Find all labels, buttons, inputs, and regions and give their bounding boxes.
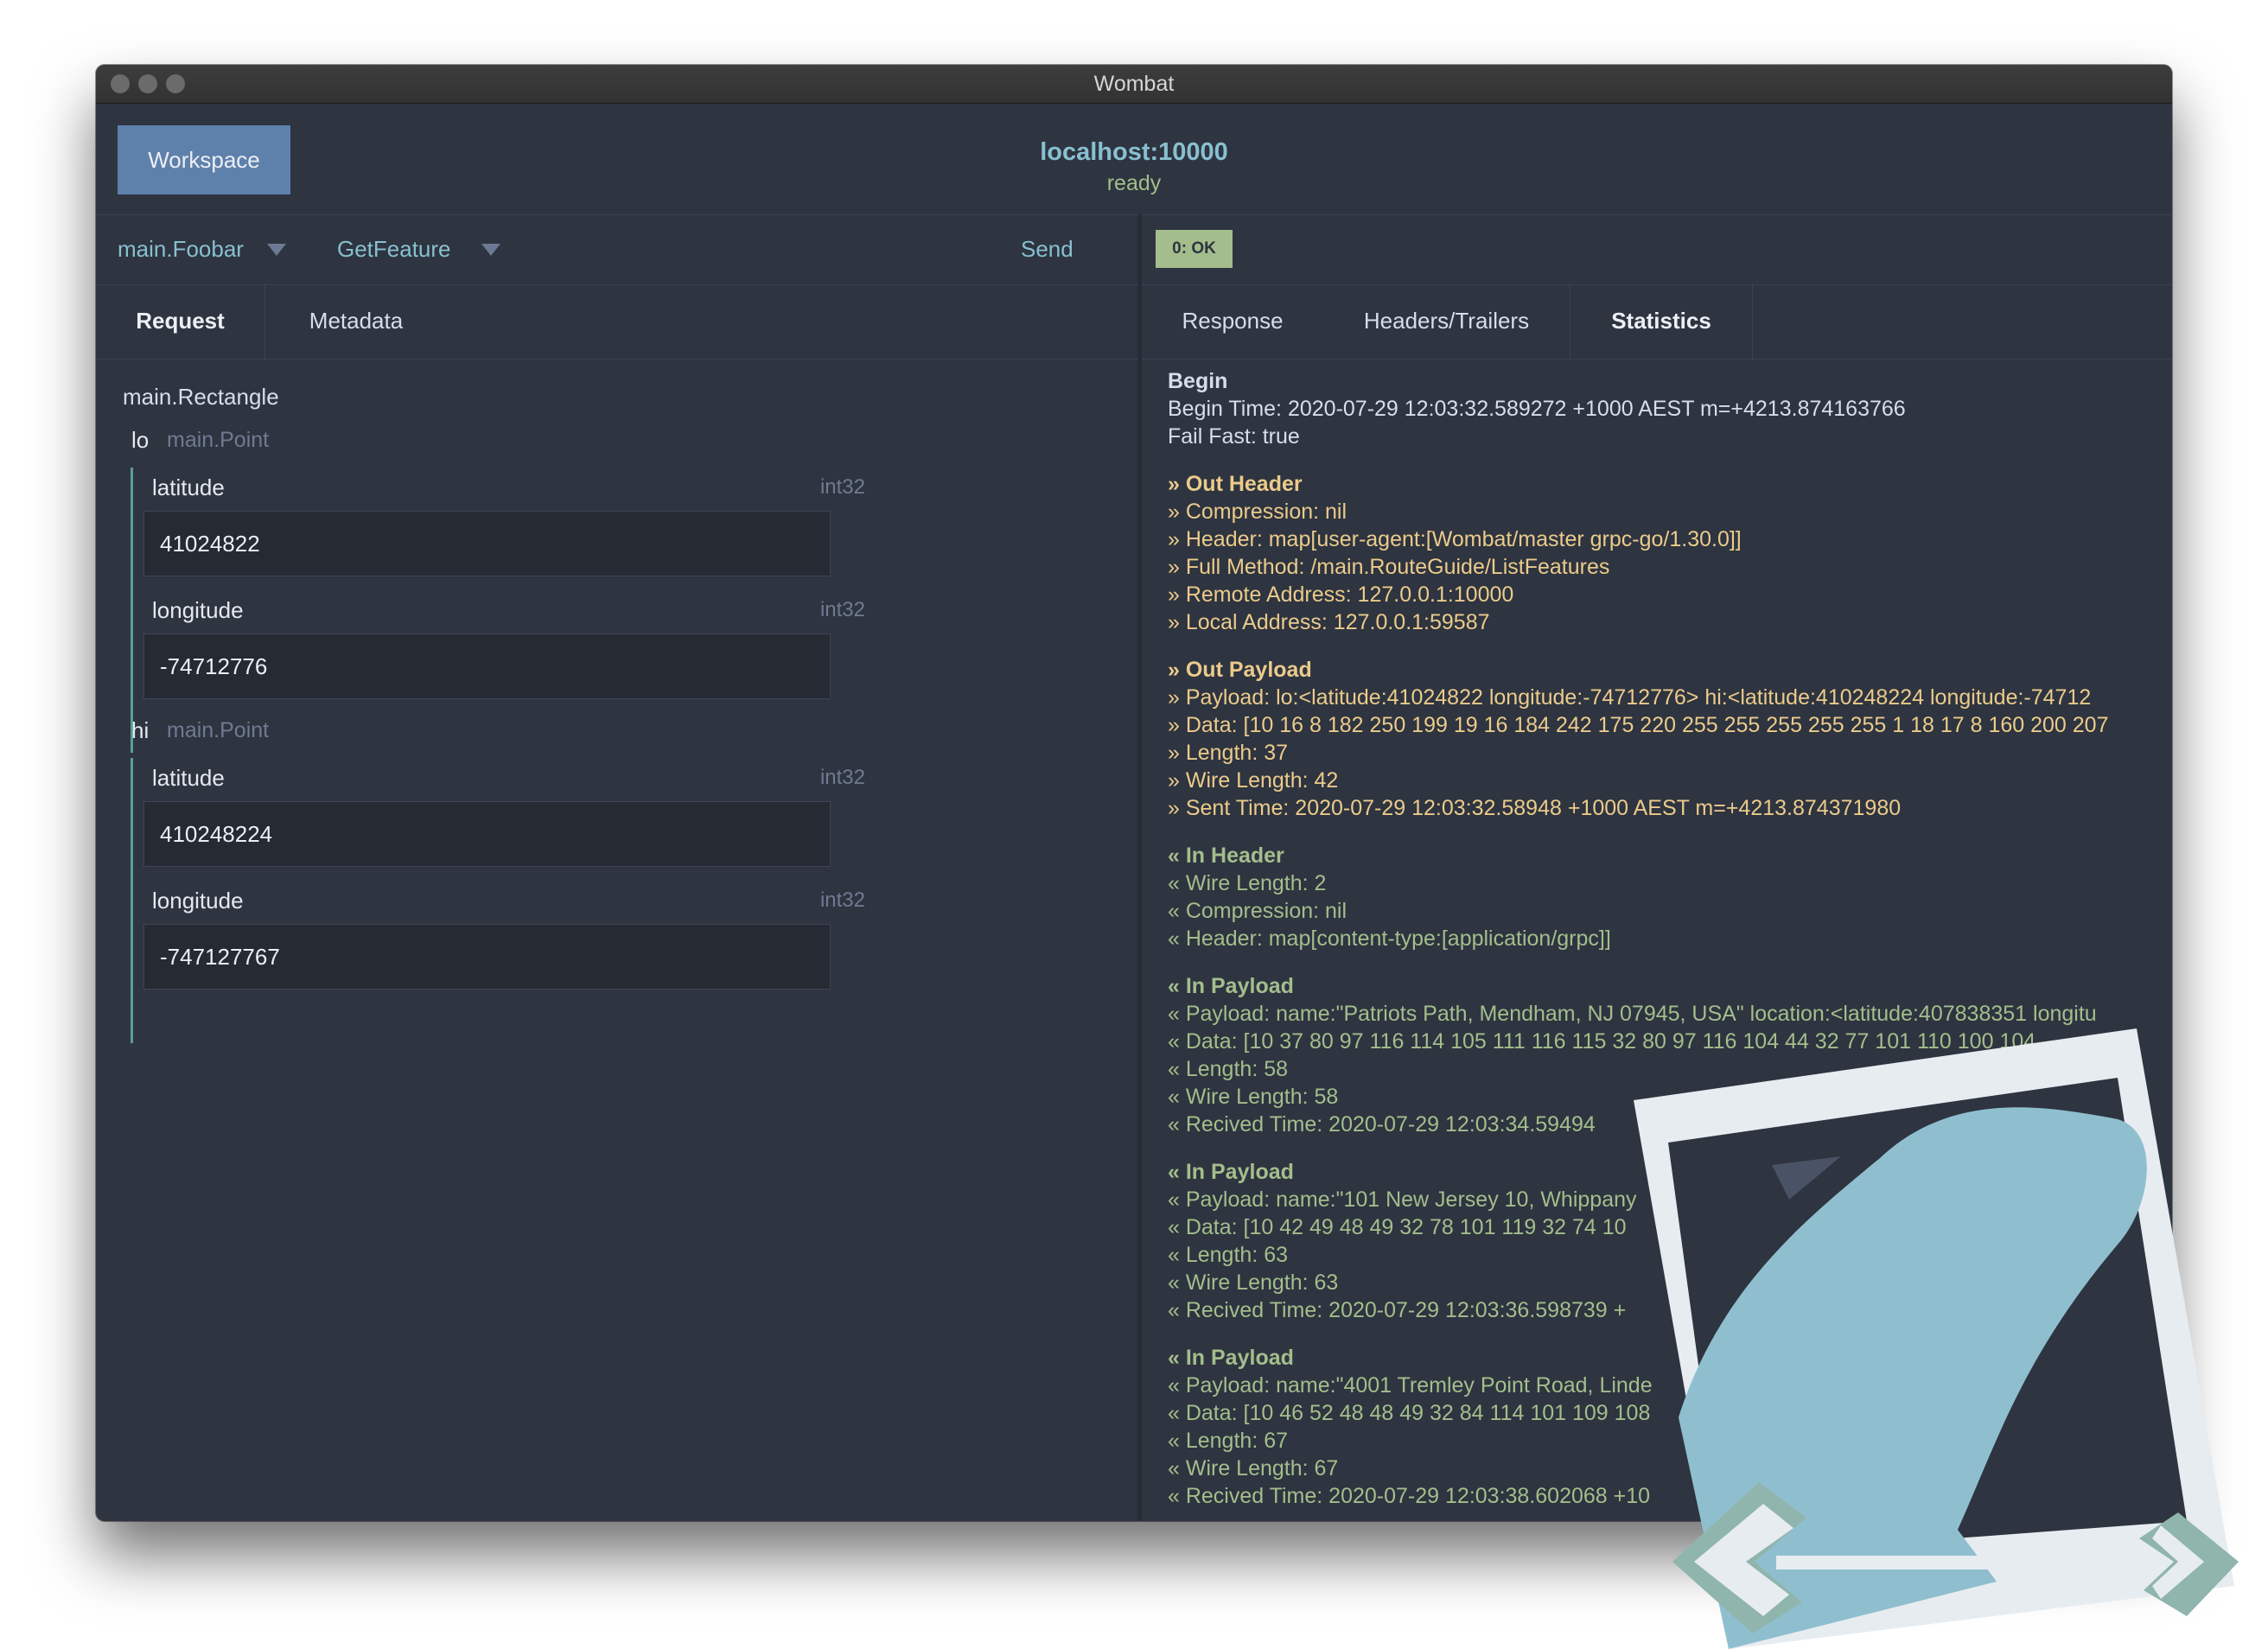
tab-metadata[interactable]: Metadata: [265, 283, 447, 359]
stat-line: Begin Time: 2020-07-29 12:03:32.589272 +…: [1168, 397, 1906, 421]
request-pane: main.Foobar GetFeature Send Request Meta…: [96, 214, 1137, 1521]
lo-longitude-input[interactable]: -74712776: [143, 633, 831, 699]
request-form: main.Rectangle lo main.Point latitude in…: [96, 360, 1137, 1521]
stat-line: » Sent Time: 2020-07-29 12:03:32.58948 +…: [1168, 796, 1902, 820]
stat-line: « Payload: name:"Patriots Path, Mendham,…: [1168, 1002, 2097, 1026]
hi-latitude-input[interactable]: 410248224: [143, 801, 831, 867]
response-tabs: Response Headers/Trailers Statistics: [1142, 283, 2172, 360]
tab-headers-trailers[interactable]: Headers/Trailers: [1323, 283, 1570, 359]
connection-status: ready: [1106, 171, 1162, 195]
stat-line: « Wire Length: 2: [1168, 871, 1327, 895]
status-badge: 0: OK: [1156, 230, 1233, 268]
stat-line: » Full Method: /main.RouteGuide/ListFeat…: [1168, 555, 1610, 579]
hi-longitude-label: longitude: [152, 888, 244, 914]
hi-longitude-type: int32: [819, 888, 865, 912]
hi-longitude-input[interactable]: -747127767: [143, 924, 831, 990]
hi-latitude-type: int32: [819, 766, 865, 789]
send-button[interactable]: Send: [1021, 236, 1073, 263]
request-tabs: Request Metadata: [96, 283, 1137, 360]
lo-latitude-label: latitude: [152, 474, 225, 500]
group-name-hi: hi: [131, 717, 150, 743]
stat-line: » Compression: nil: [1168, 500, 1347, 524]
title-bar[interactable]: Wombat: [96, 65, 2172, 104]
lo-latitude-input[interactable]: 41024822: [143, 511, 831, 576]
method-dropdown-caret-icon[interactable]: [481, 244, 500, 256]
stat-line: » Remote Address: 127.0.0.1:10000: [1168, 583, 1514, 607]
stat-line: » Wire Length: 42: [1168, 768, 1339, 793]
response-status-bar: 0: OK: [1142, 214, 2172, 285]
stat-line: « Compression: nil: [1168, 899, 1347, 923]
lo-longitude-type: int32: [819, 598, 865, 621]
tab-statistics[interactable]: Statistics: [1570, 283, 1753, 359]
stat-line: « Header: map[content-type:[application/…: [1168, 926, 1611, 951]
logo-arrow-shaft: [1776, 1556, 2139, 1569]
hi-latitude-label: latitude: [152, 765, 225, 791]
stat-group: « In Header « Wire Length: 2 « Compression…: [1168, 842, 2172, 952]
stat-line: » Data: [10 16 8 182 250 199 19 16 184 2…: [1168, 713, 2109, 737]
stat-line: » Header: map[user-agent:[Wombat/master …: [1168, 527, 1742, 551]
stat-group-title: « In Payload: [1168, 974, 1294, 998]
group-type-hi: main.Point: [167, 718, 270, 742]
stat-line: » Length: 37: [1168, 741, 1289, 765]
message-type: main.Rectangle: [123, 384, 279, 410]
tab-request[interactable]: Request: [96, 283, 265, 359]
lo-longitude-label: longitude: [152, 597, 244, 623]
wombat-logo-icon: [1634, 1028, 2239, 1649]
stat-group-title: » Out Payload: [1168, 658, 1312, 682]
method-bar: main.Foobar GetFeature Send: [96, 214, 1137, 285]
stat-group-title: « In Header: [1168, 844, 1284, 868]
server-address: localhost:10000: [1040, 138, 1228, 166]
window-title: Wombat: [1093, 72, 1175, 96]
service-select[interactable]: main.Foobar: [118, 236, 244, 263]
group-name-lo: lo: [131, 427, 150, 453]
stat-group-title: Begin: [1168, 369, 1228, 393]
tab-response[interactable]: Response: [1142, 283, 1323, 359]
stat-group-title: » Out Header: [1168, 472, 1303, 496]
group-border-lo: [131, 468, 133, 753]
stat-group: » Out Payload » Payload: lo:<latitude:410…: [1168, 656, 2172, 822]
service-dropdown-caret-icon[interactable]: [267, 244, 286, 256]
stat-group: » Out Header » Compression: nil » Header: …: [1168, 470, 2172, 636]
stat-line: Fail Fast: true: [1168, 424, 1300, 449]
stat-group: Begin Begin Time: 2020-07-29 12:03:32.589…: [1168, 367, 2172, 450]
group-border-hi: [131, 758, 133, 1043]
stat-line: » Local Address: 127.0.0.1:59587: [1168, 610, 1490, 634]
group-type-lo: main.Point: [167, 428, 270, 452]
stat-line: » Payload: lo:<latitude:41024822 longitu…: [1168, 685, 2092, 710]
lo-latitude-type: int32: [819, 475, 865, 499]
method-select[interactable]: GetFeature: [337, 236, 451, 263]
